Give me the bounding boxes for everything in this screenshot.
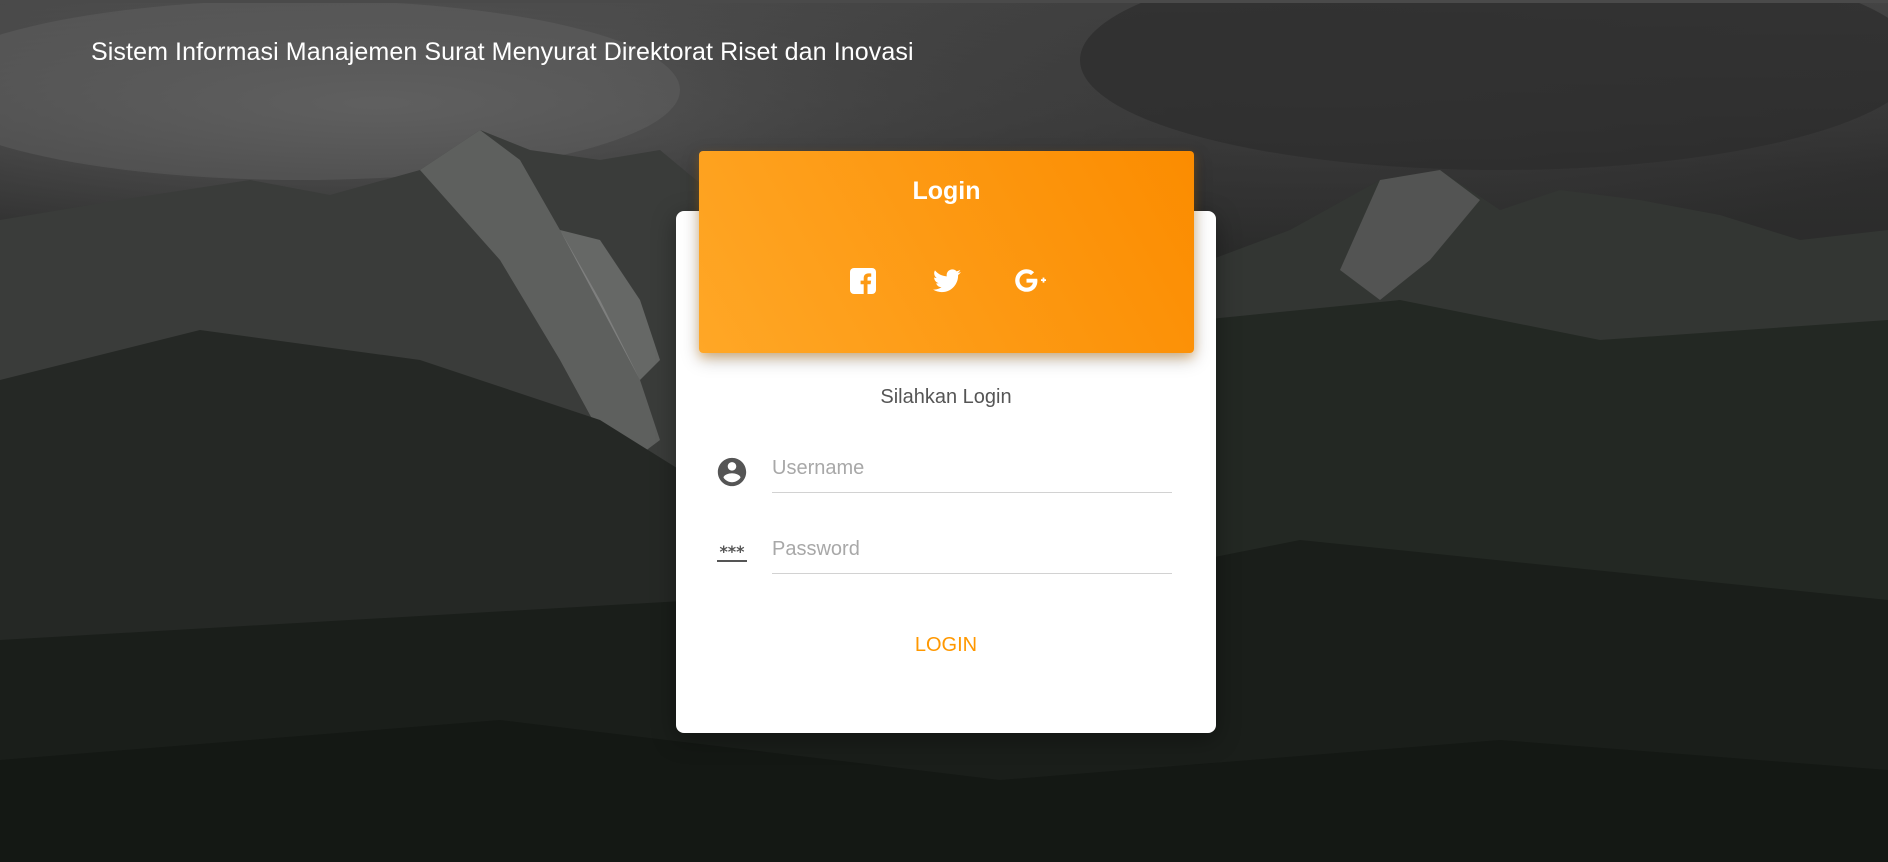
facebook-square-icon [849, 267, 876, 299]
social-login-buttons [699, 267, 1194, 299]
login-subtitle: Silahkan Login [880, 386, 1012, 408]
login-title: Login [912, 177, 981, 205]
twitter-icon [932, 268, 961, 298]
login-card-header: Login [699, 151, 1194, 353]
username-input[interactable] [772, 444, 1172, 493]
username-field-group [712, 444, 1172, 500]
svg-text:***: *** [719, 542, 745, 561]
facebook-login-button[interactable] [847, 267, 879, 299]
top-border [0, 0, 1888, 3]
account-circle-icon [712, 452, 752, 492]
login-button[interactable]: LOGIN [676, 634, 1216, 657]
password-input[interactable] [772, 525, 1172, 574]
site-title: Sistem Informasi Manajemen Surat Menyura… [91, 38, 914, 66]
password-icon: *** [712, 533, 752, 573]
password-field-group: *** [712, 525, 1172, 581]
google-plus-login-button[interactable] [1014, 267, 1048, 299]
google-plus-icon [1014, 268, 1048, 299]
twitter-login-button[interactable] [931, 267, 963, 299]
